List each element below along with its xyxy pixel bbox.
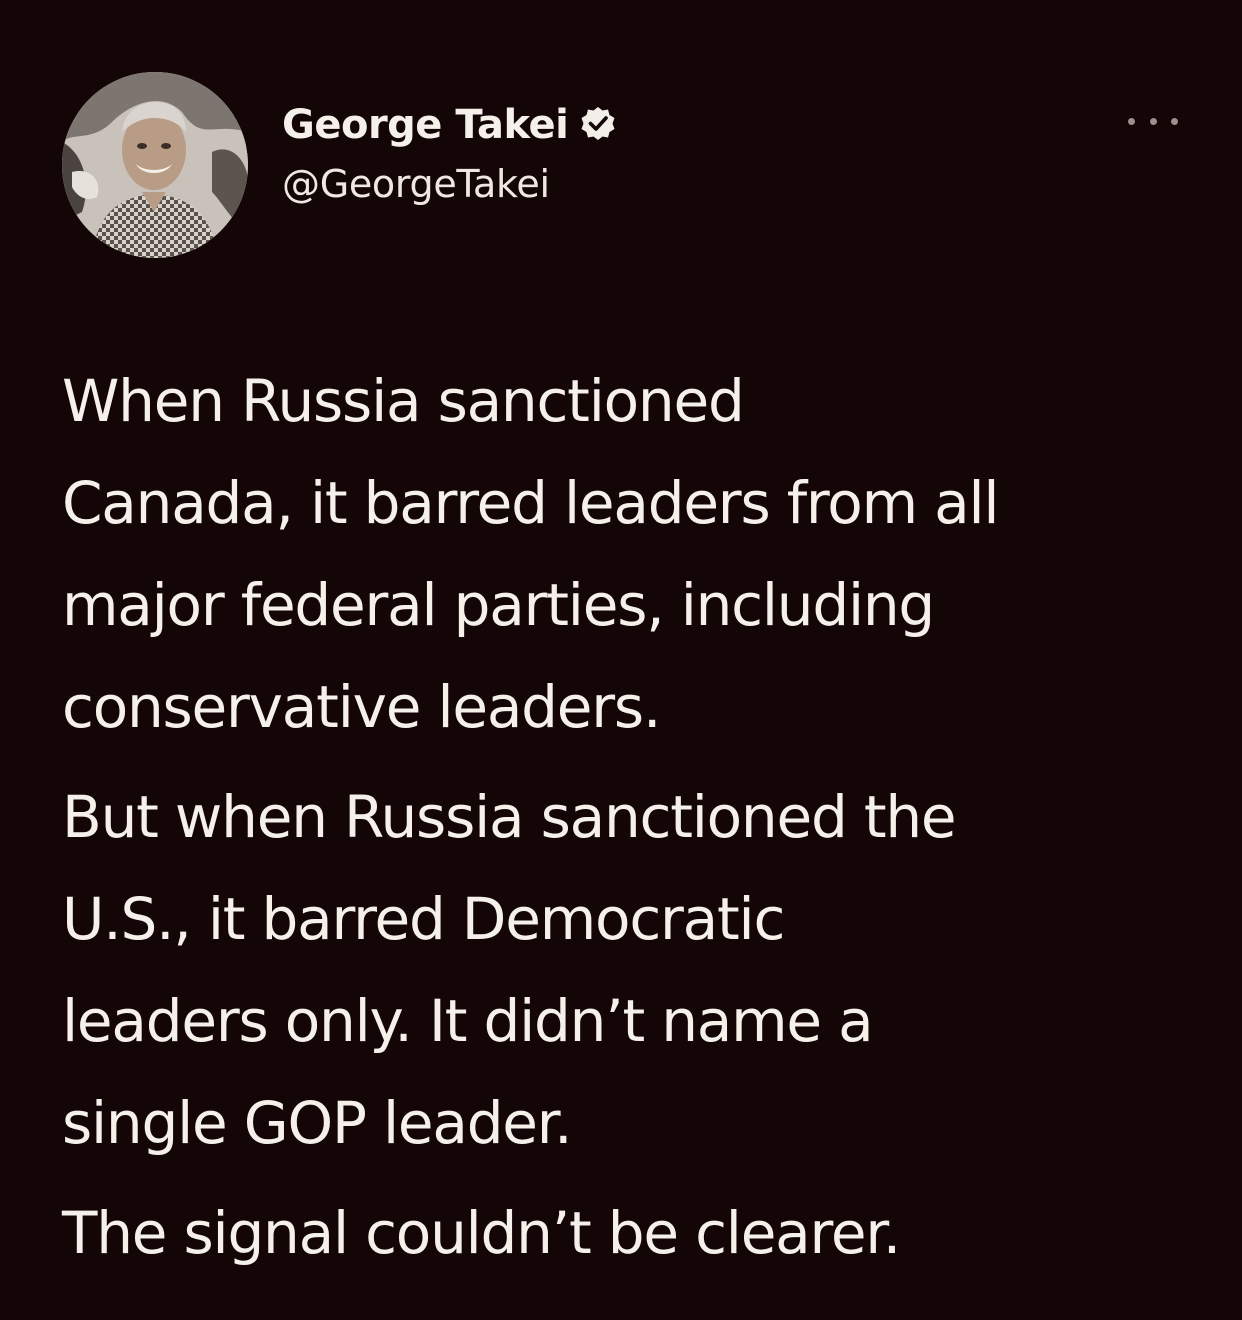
tweet-paragraph: But when Russia sanctioned the U.S., it … <box>62 766 1192 1174</box>
avatar[interactable] <box>62 72 248 258</box>
display-name[interactable]: George Takei <box>282 102 569 148</box>
tweet-line: When Russia sanctioned <box>62 367 745 435</box>
more-dot <box>1149 117 1157 125</box>
tweet-text: When Russia sanctioned Canada, it barred… <box>62 350 1192 1284</box>
tweet-line: single GOP leader. <box>62 1089 573 1157</box>
tweet-line: The signal couldn’t be clearer. <box>62 1199 901 1267</box>
tweet-card: George Takei @GeorgeTakei When Russia sa… <box>0 0 1242 1320</box>
tweet-line: conservative leaders. <box>62 673 661 741</box>
user-handle[interactable]: @GeorgeTakei <box>282 162 618 206</box>
tweet-line: Canada, it barred leaders from all <box>62 469 999 537</box>
more-dot <box>1171 117 1178 125</box>
tweet-line: major federal parties, including <box>62 571 935 639</box>
tweet-header: George Takei @GeorgeTakei <box>62 72 1182 258</box>
verified-badge-icon <box>578 105 618 145</box>
tweet-paragraph: When Russia sanctioned Canada, it barred… <box>62 350 1192 758</box>
tweet-line: leaders only. It didn’t name a <box>62 987 874 1055</box>
display-name-row: George Takei <box>282 94 618 156</box>
tweet-line: But when Russia sanctioned the <box>62 783 957 851</box>
avatar-photo <box>62 72 248 258</box>
author-names: George Takei @GeorgeTakei <box>282 94 618 206</box>
tweet-paragraph: The signal couldn’t be clearer. <box>62 1182 1192 1284</box>
more-options-icon[interactable] <box>1128 114 1178 128</box>
tweet-line: U.S., it barred Democratic <box>62 885 785 953</box>
more-dot <box>1128 117 1135 125</box>
